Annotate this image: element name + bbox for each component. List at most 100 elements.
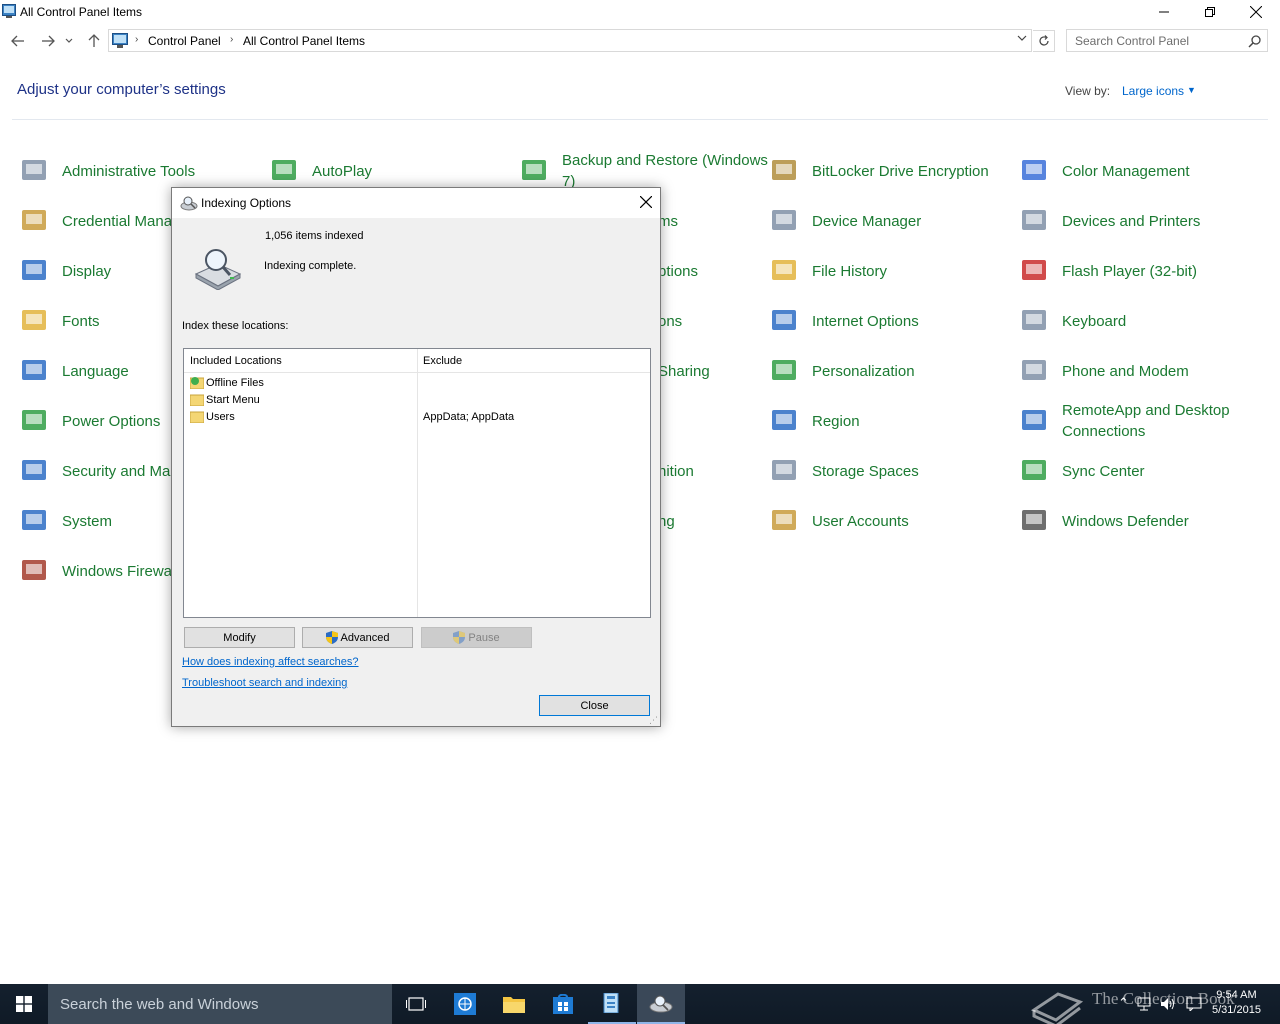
control-panel-item-label: Sync Center [1062,463,1145,480]
control-panel-item-label: BitLocker Drive Encryption [812,163,989,180]
minimize-button[interactable] [1141,0,1187,24]
back-button[interactable] [8,31,28,51]
internet-options-icon [772,310,796,330]
language-icon [22,360,46,380]
control-panel-item-label: File History [812,263,888,280]
control-panel-item-label: Windows Defender [1062,513,1189,530]
chevron-down-icon [1017,35,1027,41]
task-view-icon [406,997,426,1011]
close-button[interactable]: Close [539,695,650,716]
dialog-close-button[interactable] [634,191,658,213]
control-panel-item[interactable]: Device Manager [768,200,1008,240]
windows-logo-icon [16,996,32,1012]
user-accounts-icon [772,510,796,530]
control-panel-item-label: Keyboard [1062,313,1127,330]
window-title: All Control Panel Items [20,5,143,19]
view-by-dropdown[interactable]: Large icons [1122,84,1184,98]
search-control-panel-input[interactable]: Search Control Panel [1066,29,1268,52]
taskbar-file-explorer-button[interactable] [490,984,538,1024]
control-panel-item-label: Color Management [1062,163,1190,180]
control-panel-item[interactable]: Internet Options [768,300,1008,340]
view-by-label: View by: [1065,84,1111,98]
control-panel-item[interactable]: Color Management [1018,150,1258,190]
address-dropdown-button[interactable] [1017,33,1027,45]
address-bar[interactable]: › Control Panel › All Control Panel Item… [108,29,1032,52]
list-item[interactable]: Start Menu [188,392,648,409]
control-panel-item[interactable]: Windows Defender [1018,500,1258,540]
control-panel-item[interactable]: Storage Spaces [768,450,1008,490]
navigation-bar: › Control Panel › All Control Panel Item… [0,28,1280,54]
taskbar-ie-button[interactable] [441,984,489,1024]
control-panel-item[interactable]: Flash Player (32-bit) [1018,250,1258,290]
modify-button[interactable]: Modify [184,627,295,648]
action-center-icon[interactable] [1186,997,1202,1011]
control-panel-item[interactable]: BitLocker Drive Encryption [768,150,1008,190]
task-view-button[interactable] [392,984,440,1024]
control-panel-item-label: nition [658,463,694,480]
taskbar-store-button[interactable] [539,984,587,1024]
control-panel-item[interactable]: User Accounts [768,500,1008,540]
advanced-button[interactable]: Advanced [302,627,413,648]
column-included-locations[interactable]: Included Locations [190,355,282,367]
control-panel-item[interactable]: Sync Center [1018,450,1258,490]
control-panel-item[interactable]: AutoPlay [268,150,508,190]
browser-icon [454,993,476,1015]
breadcrumb-separator: › [135,34,139,45]
recent-locations-button[interactable] [62,31,76,51]
keyboard-icon [1022,310,1046,330]
control-panel-item[interactable]: File History [768,250,1008,290]
resize-grip-icon[interactable]: ⋰ [649,715,658,726]
control-panel-item[interactable]: Administrative Tools [18,150,258,190]
taskbar-indexing-options-button[interactable] [637,984,685,1024]
pause-button[interactable]: Pause [421,627,532,648]
admin-tools-icon [22,160,46,180]
volume-icon[interactable] [1160,997,1176,1011]
close-window-button[interactable] [1233,0,1279,24]
location-name: Start Menu [206,394,260,406]
taskbar-search-input[interactable]: Search the web and Windows [48,984,392,1024]
breadcrumb-all-items[interactable]: All Control Panel Items [243,34,365,48]
control-panel-item-label: Administrative Tools [62,163,196,180]
control-panel-item-label: Devices and Printers [1062,213,1201,230]
list-item[interactable]: Users AppData; AppData [188,409,648,426]
control-panel-item[interactable]: Region [768,400,1008,440]
network-icon[interactable] [1137,997,1151,1011]
search-icon[interactable] [1248,34,1262,48]
watermark-book-icon [1030,992,1084,1024]
restore-button[interactable] [1187,0,1233,24]
start-button[interactable] [0,984,48,1024]
control-panel-item[interactable]: Backup and Restore (Windows 7) [518,150,768,190]
system-clock[interactable]: 9:54 AM 5/31/2015 [1212,988,1261,1018]
indexing-help-link[interactable]: How does indexing affect searches? [182,656,359,668]
folder-icon [503,997,525,1013]
forward-button[interactable] [38,31,58,51]
back-arrow-icon [11,35,24,47]
refresh-button[interactable] [1033,30,1055,52]
fonts-icon [22,310,46,330]
list-item[interactable]: Offline Files [188,375,648,392]
control-panel-item[interactable]: Personalization [768,350,1008,390]
control-panel-item-label: Flash Player (32-bit) [1062,263,1198,280]
header-divider [12,119,1268,120]
breadcrumb-control-panel[interactable]: Control Panel [148,34,221,48]
control-panel-item[interactable]: Devices and Printers [1018,200,1258,240]
system-icon [22,510,46,530]
tray-chevron-up-icon[interactable]: ⌃ [1118,995,1129,1011]
file-history-icon [772,260,796,280]
security-flag-icon [22,460,46,480]
column-exclude[interactable]: Exclude [423,355,462,367]
control-panel-item[interactable]: Phone and Modem [1018,350,1258,390]
taskbar-control-panel-button[interactable] [588,984,636,1024]
storage-spaces-icon [772,460,796,480]
locations-list[interactable]: Included Locations Exclude Offline Files… [183,348,651,618]
up-button[interactable] [84,31,104,51]
caret-down-icon[interactable]: ▼ [1187,85,1196,95]
control-panel-item[interactable]: Keyboard [1018,300,1258,340]
control-panel-item-label: Personalization [812,363,915,380]
dialog-title: Indexing Options [201,196,292,210]
troubleshoot-link[interactable]: Troubleshoot search and indexing [182,677,347,689]
indexing-icon [180,196,198,211]
control-panel-item[interactable]: RemoteApp and Desktop Connections [1018,400,1258,440]
autoplay-icon [272,160,296,180]
control-panel-item-label: Credential Mana [62,213,173,230]
